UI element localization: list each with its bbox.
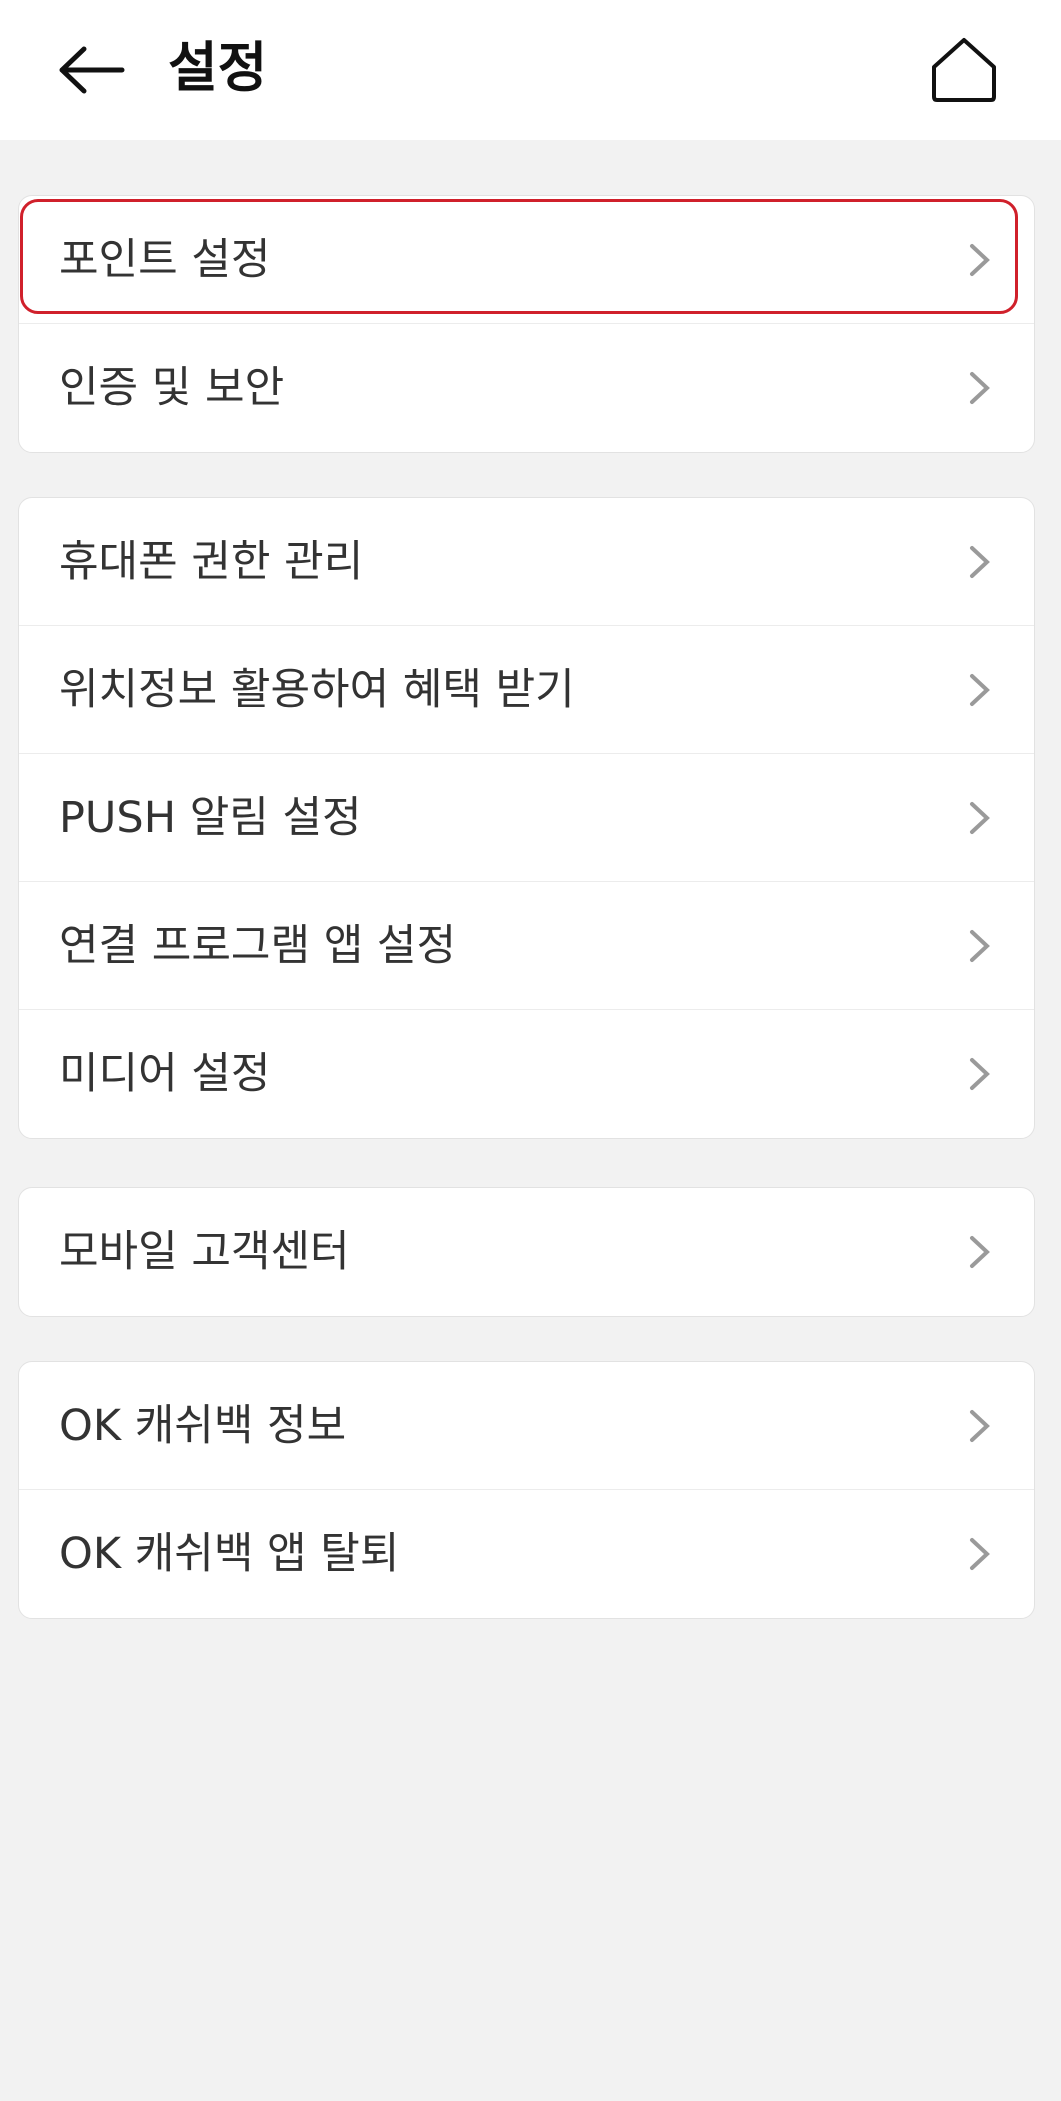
home-icon xyxy=(932,38,996,102)
settings-item-app-withdraw[interactable]: OK 캐쉬백 앱 탈퇴 xyxy=(19,1490,1034,1618)
chevron-right-icon xyxy=(970,674,990,706)
settings-item-point[interactable]: 포인트 설정 xyxy=(19,196,1034,324)
settings-item-linked-apps[interactable]: 연결 프로그램 앱 설정 xyxy=(19,882,1034,1010)
chevron-right-icon xyxy=(970,1538,990,1570)
chevron-right-icon xyxy=(970,372,990,404)
settings-item-label: 연결 프로그램 앱 설정 xyxy=(59,921,457,971)
chevron-right-icon xyxy=(970,1410,990,1442)
settings-item-label: 인증 및 보안 xyxy=(59,363,285,413)
settings-group-account: 포인트 설정 인증 및 보안 xyxy=(18,195,1035,453)
settings-item-push-notifications[interactable]: PUSH 알림 설정 xyxy=(19,754,1034,882)
page-title: 설정 xyxy=(168,36,268,99)
settings-item-customer-center[interactable]: 모바일 고객센터 xyxy=(19,1188,1034,1316)
settings-item-app-info[interactable]: OK 캐쉬백 정보 xyxy=(19,1362,1034,1490)
settings-item-location-benefits[interactable]: 위치정보 활용하여 혜택 받기 xyxy=(19,626,1034,754)
settings-item-label: 미디어 설정 xyxy=(59,1049,271,1099)
settings-item-label: 위치정보 활용하여 혜택 받기 xyxy=(59,665,575,715)
chevron-right-icon xyxy=(970,1236,990,1268)
chevron-right-icon xyxy=(970,1058,990,1090)
chevron-right-icon xyxy=(970,802,990,834)
settings-item-media[interactable]: 미디어 설정 xyxy=(19,1010,1034,1138)
settings-group-info: OK 캐쉬백 정보 OK 캐쉬백 앱 탈퇴 xyxy=(18,1361,1035,1619)
home-button[interactable] xyxy=(916,22,1012,118)
settings-item-label: 휴대폰 권한 관리 xyxy=(59,537,364,587)
back-arrow-icon xyxy=(59,46,125,94)
settings-item-label: OK 캐쉬백 정보 xyxy=(59,1401,347,1451)
settings-group-app: 휴대폰 권한 관리 위치정보 활용하여 혜택 받기 PUSH 알림 설정 연결 … xyxy=(18,497,1035,1139)
settings-item-label: 포인트 설정 xyxy=(59,235,271,285)
settings-item-label: PUSH 알림 설정 xyxy=(59,793,362,843)
settings-group-support: 모바일 고객센터 xyxy=(18,1187,1035,1317)
settings-item-label: OK 캐쉬백 앱 탈퇴 xyxy=(59,1529,400,1579)
back-button[interactable] xyxy=(44,22,140,118)
settings-item-auth-security[interactable]: 인증 및 보안 xyxy=(19,324,1034,452)
settings-item-phone-permissions[interactable]: 휴대폰 권한 관리 xyxy=(19,498,1034,626)
settings-item-label: 모바일 고객센터 xyxy=(59,1227,350,1277)
app-header: 설정 xyxy=(0,0,1061,140)
chevron-right-icon xyxy=(970,546,990,578)
chevron-right-icon xyxy=(970,930,990,962)
chevron-right-icon xyxy=(970,244,990,276)
